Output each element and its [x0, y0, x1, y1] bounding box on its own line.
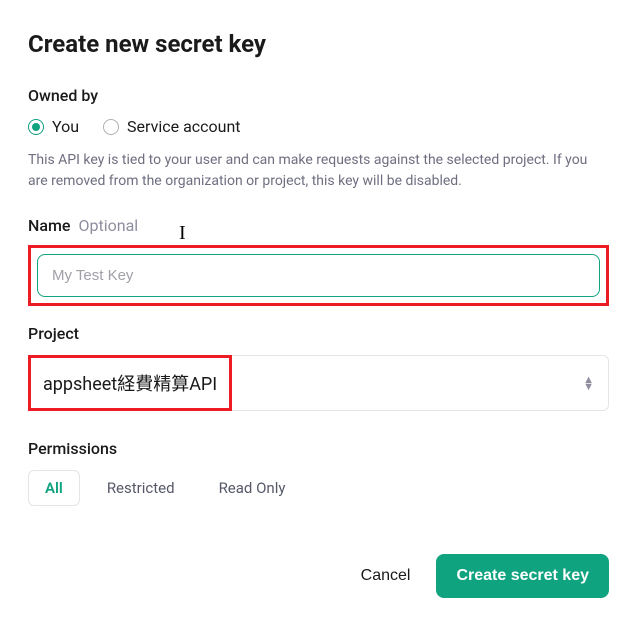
- project-highlight-annotation: appsheet経費精算API: [28, 355, 232, 411]
- radio-service-account-label: Service account: [127, 117, 240, 136]
- name-label: Name: [28, 216, 70, 235]
- dialog-title: Create new secret key: [28, 30, 609, 58]
- permissions-pill-group: All Restricted Read Only: [28, 470, 609, 506]
- radio-circle-icon: [28, 119, 44, 135]
- radio-you-label: You: [52, 117, 79, 136]
- permission-restricted[interactable]: Restricted: [90, 470, 192, 506]
- permission-all[interactable]: All: [28, 470, 80, 506]
- name-input[interactable]: [37, 254, 600, 297]
- cancel-button[interactable]: Cancel: [353, 557, 419, 595]
- project-select[interactable]: appsheet経費精算API ▲▼: [28, 355, 609, 411]
- permissions-label: Permissions: [28, 439, 609, 458]
- project-label: Project: [28, 324, 609, 343]
- radio-service-account[interactable]: Service account: [103, 117, 240, 136]
- owned-by-radio-group: You Service account: [28, 117, 609, 136]
- permission-read-only[interactable]: Read Only: [202, 470, 303, 506]
- radio-circle-icon: [103, 119, 119, 135]
- owned-by-help-text: This API key is tied to your user and ca…: [28, 150, 609, 192]
- project-selected-value: appsheet経費精算API: [39, 364, 221, 402]
- name-optional-text: Optional: [78, 216, 138, 235]
- radio-you[interactable]: You: [28, 117, 79, 136]
- owned-by-label: Owned by: [28, 86, 609, 105]
- radio-dot-icon: [32, 123, 40, 131]
- create-secret-key-button[interactable]: Create secret key: [436, 554, 609, 598]
- chevron-up-down-icon: ▲▼: [583, 376, 594, 390]
- project-select-chevron-area[interactable]: ▲▼: [232, 355, 609, 411]
- name-highlight-annotation: I: [28, 245, 609, 306]
- dialog-footer: Cancel Create secret key: [28, 554, 609, 598]
